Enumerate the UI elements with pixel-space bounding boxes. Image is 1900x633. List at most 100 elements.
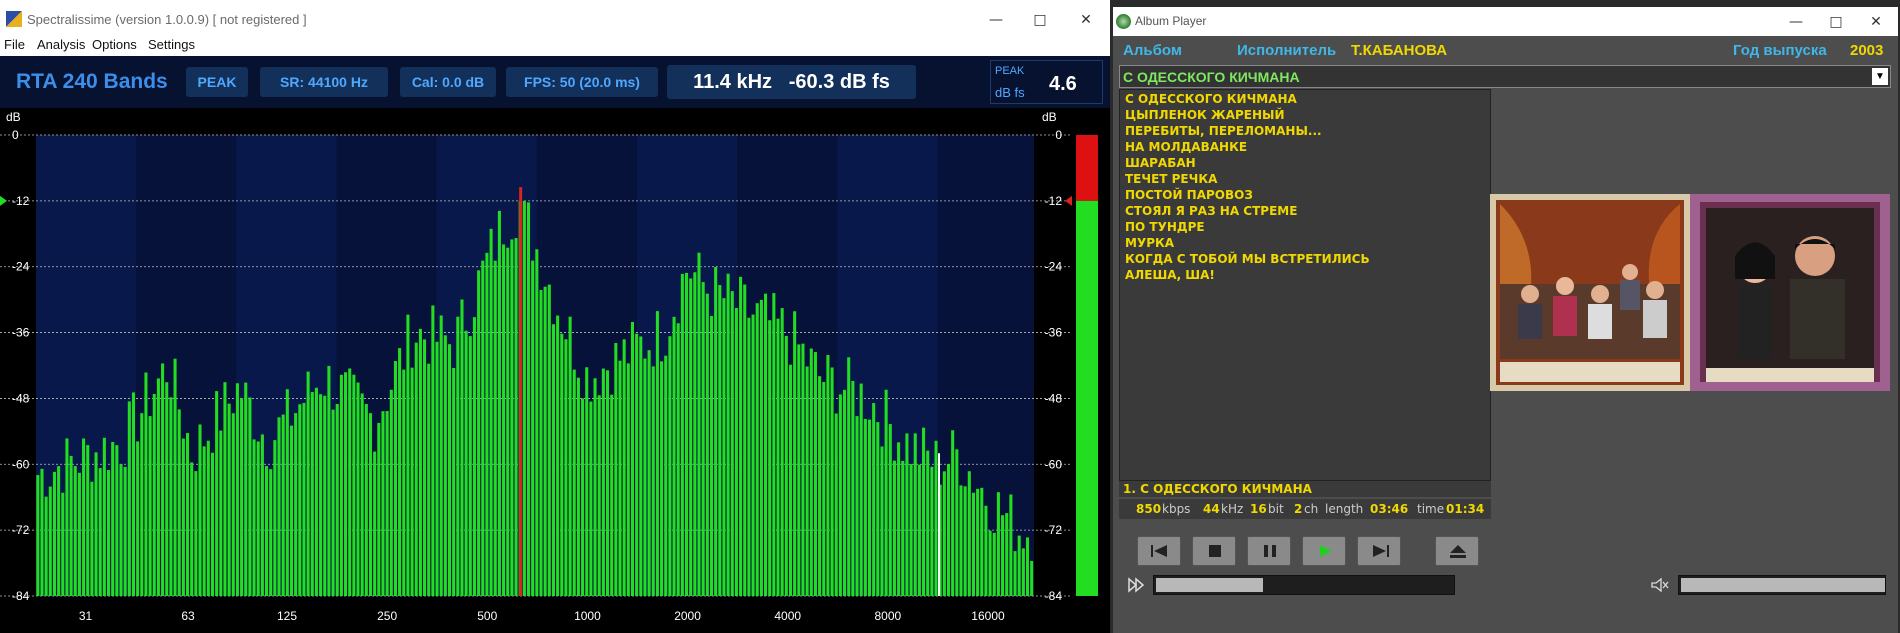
spectrum-bar [202, 446, 206, 596]
track-list-item[interactable]: ПО ТУНДРЕ [1125, 220, 1205, 234]
album-dropdown[interactable]: С ОДЕССКОГО КИЧМАНА ▼ [1119, 65, 1891, 88]
spectrum-bar [805, 366, 809, 596]
eject-icon [1450, 545, 1466, 558]
mute-icon[interactable] [1649, 577, 1671, 593]
minimize-button[interactable]: — [976, 8, 1016, 32]
spectrum-bar [368, 413, 373, 596]
album-maximize-button[interactable]: □ [1816, 10, 1856, 34]
spectrum-bar [651, 366, 655, 596]
spectrum-bar [514, 238, 518, 596]
rta-mode-label[interactable]: RTA 240 Bands [16, 70, 168, 94]
track-list-item[interactable]: С ОДЕССКОГО КИЧМАНА [1125, 92, 1297, 106]
spectrum-bar [65, 438, 69, 596]
fps-button[interactable]: FPS: 50 (20.0 ms) [506, 67, 658, 97]
spectrum-bar [335, 404, 339, 596]
spectrum-chart[interactable]: 0 0 -12 -12 -24 -24 -36 -36 -48 -48 -60 -60 -72 -72 -8… [0, 108, 1110, 633]
track-list-item[interactable]: ШАРАБАН [1125, 156, 1196, 170]
previous-track-button[interactable] [1137, 536, 1181, 566]
y-tick-label-right: -48 [1045, 391, 1063, 405]
spectrum-bar [52, 471, 56, 596]
spectrum-bar [847, 357, 851, 596]
spectrum-bar [381, 411, 385, 596]
spectrum-plot[interactable]: 0 0 -12 -12 -24 -24 -36 -36 -48 -48 -60 -60 -72 -72 -8… [0, 108, 1110, 633]
skip-forward-icon [1373, 545, 1389, 557]
spectrum-bar [901, 460, 905, 596]
spectrum-bar [281, 414, 285, 596]
track-list-item[interactable]: КОГДА С ТОБОЙ МЫ ВСТРЕТИЛИСЬ [1125, 252, 1370, 266]
track-list-item[interactable]: ПОСТОЙ ПАРОВОЗ [1125, 188, 1253, 202]
track-list-item[interactable]: НА МОЛДАВАНКЕ [1125, 140, 1247, 154]
spectrum-bar [377, 422, 381, 596]
stop-button[interactable] [1192, 536, 1236, 566]
spectrum-bar [161, 363, 165, 596]
spectrum-bar [298, 404, 302, 596]
track-list-item[interactable]: МУРКА [1125, 236, 1174, 250]
spectrum-bar [776, 318, 780, 596]
album-close-button[interactable]: ✕ [1856, 10, 1896, 34]
spectrum-bar [410, 367, 414, 596]
seek-slider-fill [1156, 578, 1264, 592]
spectrum-bar [131, 392, 135, 596]
spectrum-bar [206, 440, 210, 596]
spectrum-bar [926, 450, 930, 596]
sample-rate-button[interactable]: SR: 44100 Hz [260, 67, 388, 97]
spectrum-bar [173, 358, 177, 596]
spectrum-bar [69, 455, 73, 596]
track-list-item[interactable]: ЦЫПЛЕНОК ЖАРЕНЫЙ [1125, 108, 1285, 122]
track-list[interactable]: С ОДЕССКОГО КИЧМАНА ЦЫПЛЕНОК ЖАРЕНЫЙ ПЕРЕБ… [1119, 89, 1491, 481]
seek-slider[interactable] [1153, 575, 1455, 595]
level-indicator-left [0, 195, 7, 206]
spectrum-bar [726, 273, 730, 596]
track-list-item[interactable]: ПЕРЕБИТЫ, ПЕРЕЛОМАНЫ... [1125, 124, 1322, 138]
spectrum-bar [680, 273, 684, 596]
spectrum-bar [435, 341, 439, 596]
spectrum-bar [564, 339, 568, 596]
spectrum-bar [843, 389, 847, 596]
artist-name: Т.КАБАНОВА [1351, 42, 1448, 59]
spectrum-bar [464, 330, 468, 596]
spectrum-bar [585, 367, 589, 596]
pause-button[interactable] [1247, 536, 1291, 566]
fast-forward-icon[interactable] [1127, 577, 1147, 593]
peak-button[interactable]: PEAK [186, 67, 248, 97]
next-track-button[interactable] [1357, 536, 1401, 566]
album-minimize-button[interactable]: — [1776, 10, 1816, 34]
spectrum-bar [406, 314, 410, 596]
chevron-down-icon[interactable]: ▼ [1872, 68, 1888, 85]
spectrum-bar [963, 486, 967, 596]
menu-options[interactable]: Options [92, 37, 137, 52]
maximize-button[interactable]: □ [1020, 8, 1060, 32]
x-tick-label: 8000 [874, 609, 901, 623]
track-list-item[interactable]: АЛЕША, ША! [1125, 268, 1215, 282]
spectrum-bar [57, 466, 61, 596]
spectrum-bar [119, 464, 123, 596]
menu-settings[interactable]: Settings [148, 37, 195, 52]
eject-button[interactable] [1435, 536, 1479, 566]
spectrum-bar [136, 441, 140, 596]
menu-file[interactable]: File [4, 37, 25, 52]
close-button[interactable]: ✕ [1066, 8, 1106, 32]
stop-icon [1209, 545, 1221, 557]
spectrum-bar [922, 427, 926, 596]
spectrum-bar [219, 430, 223, 596]
spectrum-bar [439, 315, 443, 596]
album-cover-image [1490, 194, 1890, 391]
spectrum-bar [502, 244, 506, 596]
spectrum-bar [427, 363, 431, 596]
time-label: time [1417, 502, 1445, 516]
spectrum-bar [959, 485, 963, 596]
y-tick-label-right: -36 [1045, 326, 1063, 340]
spectrum-bar [689, 278, 693, 596]
track-list-item[interactable]: ТЕЧЕТ РЕЧКА [1125, 172, 1217, 186]
spectrum-bar [709, 315, 714, 596]
spectrum-bar [44, 496, 48, 596]
spectrum-bar [190, 462, 194, 596]
volume-slider[interactable] [1678, 575, 1886, 595]
spectrum-bar [373, 451, 377, 596]
spectrum-bar [452, 367, 456, 596]
play-button[interactable] [1302, 536, 1346, 566]
calibration-button[interactable]: Cal: 0.0 dB [400, 67, 496, 97]
menu-analysis[interactable]: Analysis [37, 37, 85, 52]
track-list-item[interactable]: СТОЯЛ Я РАЗ НА СТРЕМЕ [1125, 204, 1297, 218]
spectrum-bar [506, 247, 510, 596]
